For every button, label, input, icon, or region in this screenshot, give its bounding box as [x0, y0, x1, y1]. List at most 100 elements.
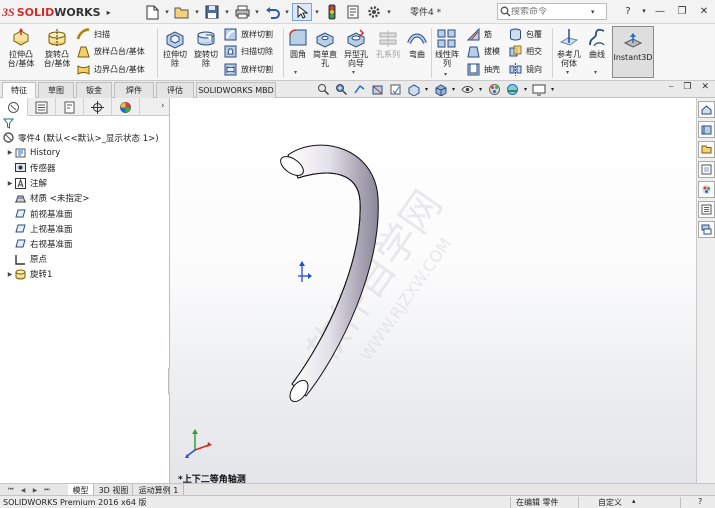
restore-icon[interactable]: ❐: [671, 0, 693, 22]
expand-arrow-icon[interactable]: ▶: [6, 149, 14, 156]
first-tab-arrow-icon[interactable]: ⏮: [6, 485, 16, 495]
apply-scene-icon[interactable]: [504, 82, 520, 98]
file-explorer-folder-icon[interactable]: [698, 141, 715, 158]
tree-item-annotation[interactable]: ▶ 注解: [0, 176, 169, 191]
displaymanager-tab[interactable]: [112, 98, 140, 116]
close-icon[interactable]: ✕: [693, 0, 715, 22]
linear-pattern-button[interactable]: 线性阵 列: [433, 27, 461, 68]
chevron-down-icon[interactable]: ▾: [566, 69, 569, 76]
propertymanager-tab[interactable]: [28, 98, 56, 116]
lofted-cut-button[interactable]: 扫描切除: [223, 43, 273, 59]
tree-filter[interactable]: [0, 116, 169, 130]
flex-button[interactable]: 弯曲: [404, 27, 430, 59]
curves-button[interactable]: 曲线: [585, 27, 609, 59]
tree-item-origin[interactable]: 原点: [0, 252, 169, 267]
file-properties-icon[interactable]: [343, 3, 363, 21]
status-help-icon[interactable]: ?: [698, 497, 702, 506]
tab-evaluate[interactable]: 评估: [156, 82, 194, 98]
search-dropdown-icon[interactable]: ▾: [591, 8, 595, 16]
options-gear-icon[interactable]: [364, 3, 384, 21]
pane-expand-arrow-icon[interactable]: ›: [161, 101, 165, 111]
chevron-down-icon[interactable]: ▾: [444, 71, 447, 78]
tab-solidworks-mbd[interactable]: SOLIDWORKS MBD: [196, 82, 276, 98]
chevron-down-icon[interactable]: ▾: [385, 3, 393, 21]
simple-hole-button[interactable]: 简单直 孔: [311, 27, 339, 68]
last-tab-arrow-icon[interactable]: ⏭: [42, 485, 52, 495]
chevron-down-icon[interactable]: ▾: [522, 82, 529, 98]
menu-expand-arrow-icon[interactable]: ▸: [107, 8, 111, 17]
tree-item-material[interactable]: 材质 <未指定>: [0, 191, 169, 206]
chevron-down-icon[interactable]: ▾: [549, 82, 556, 98]
display-style-icon[interactable]: [432, 82, 448, 98]
zoom-to-area-icon[interactable]: [333, 82, 349, 98]
tree-item-plane[interactable]: 前视基准面: [0, 206, 169, 221]
revolved-part-model[interactable]: [170, 98, 696, 493]
hide-show-items-icon[interactable]: [459, 82, 475, 98]
extrude-cut-button[interactable]: 拉伸切 除: [160, 27, 190, 68]
viewport-minimize-icon[interactable]: ⎯: [669, 82, 674, 92]
tab-features[interactable]: 特征: [2, 82, 36, 98]
design-library-icon[interactable]: [698, 121, 715, 138]
zoom-to-fit-icon[interactable]: [315, 82, 331, 98]
help-dropdown-icon[interactable]: ▾: [639, 0, 649, 22]
swept-cut-button[interactable]: 放样切割: [223, 26, 273, 42]
hole-series-button[interactable]: 孔系列: [373, 27, 403, 59]
view-settings-icon[interactable]: [531, 82, 547, 98]
unit-system-arrow-icon[interactable]: ▴: [632, 497, 636, 505]
viewport-close-icon[interactable]: ✕: [701, 82, 709, 92]
shell-button[interactable]: 抽壳: [466, 61, 500, 77]
boundary-cut-button[interactable]: 放样切割: [223, 61, 273, 77]
search-input[interactable]: [511, 6, 591, 17]
mirror-button[interactable]: 镜向: [508, 61, 542, 77]
dimxpertmanager-tab[interactable]: [84, 98, 112, 116]
loft-boss-button[interactable]: 放样凸台/基体: [76, 43, 145, 59]
chevron-down-icon[interactable]: ▾: [313, 3, 321, 21]
boundary-boss-button[interactable]: 边界凸台/基体: [76, 61, 145, 77]
previous-view-icon[interactable]: [351, 82, 367, 98]
tree-item-history[interactable]: ▶ History: [0, 145, 169, 160]
view-palette-icon[interactable]: [698, 161, 715, 178]
next-tab-arrow-icon[interactable]: ▶: [30, 485, 40, 495]
chevron-down-icon[interactable]: ▾: [253, 3, 261, 21]
rib-button[interactable]: 筋: [466, 26, 492, 42]
expand-arrow-icon[interactable]: ▶: [6, 180, 14, 187]
section-view-icon[interactable]: [369, 82, 385, 98]
open-folder-icon[interactable]: [172, 3, 192, 21]
tab-sketch[interactable]: 草图: [38, 82, 74, 98]
solidworks-resources-home-icon[interactable]: [698, 101, 715, 118]
view-orientation-icon[interactable]: [405, 82, 421, 98]
tree-item-revolve-feature[interactable]: ▶ 旋转1: [0, 267, 169, 282]
chevron-down-icon[interactable]: ▾: [352, 69, 355, 76]
chevron-down-icon[interactable]: ▾: [450, 82, 457, 98]
select-pointer-icon[interactable]: [292, 3, 312, 21]
viewport-restore-icon[interactable]: ❐: [683, 82, 691, 92]
tree-item-sensor[interactable]: 传感器: [0, 160, 169, 175]
solidworks-logo[interactable]: 3S SOLIDWORKS ▸: [2, 4, 111, 20]
chevron-down-icon[interactable]: ▾: [594, 69, 597, 76]
new-document-icon[interactable]: [142, 3, 162, 21]
fillet-button[interactable]: 圆角: [285, 27, 311, 59]
draft-button[interactable]: 拔模: [466, 43, 500, 59]
configurationmanager-tab[interactable]: [56, 98, 84, 116]
featuremanager-tab[interactable]: [0, 98, 28, 116]
dynamic-annotation-icon[interactable]: [387, 82, 403, 98]
chevron-down-icon[interactable]: ▾: [163, 3, 171, 21]
save-icon[interactable]: [202, 3, 222, 21]
tree-item-plane[interactable]: 上视基准面: [0, 221, 169, 236]
chevron-down-icon[interactable]: ▾: [283, 3, 291, 21]
minimize-icon[interactable]: —: [649, 0, 671, 22]
tree-item-plane[interactable]: 右视基准面: [0, 236, 169, 251]
solidworks-forum-icon[interactable]: [698, 221, 715, 238]
undo-icon[interactable]: [262, 3, 282, 21]
chevron-down-icon[interactable]: ▾: [477, 82, 484, 98]
unit-system[interactable]: 自定义: [598, 497, 622, 508]
appearances-scenes-icon[interactable]: [698, 181, 715, 198]
custom-properties-icon[interactable]: [698, 201, 715, 218]
hole-wizard-button[interactable]: 异型孔 向导: [341, 27, 371, 68]
graphics-area[interactable]: 软件自学网 WWW.RJZXW.COM *上下二等角轴测: [170, 98, 696, 493]
search-box[interactable]: ▾: [497, 3, 607, 20]
intersect-button[interactable]: 相交: [508, 43, 542, 59]
chevron-down-icon[interactable]: ▾: [423, 82, 430, 98]
chevron-down-icon[interactable]: ▾: [223, 3, 231, 21]
chevron-down-icon[interactable]: ▾: [294, 69, 297, 76]
